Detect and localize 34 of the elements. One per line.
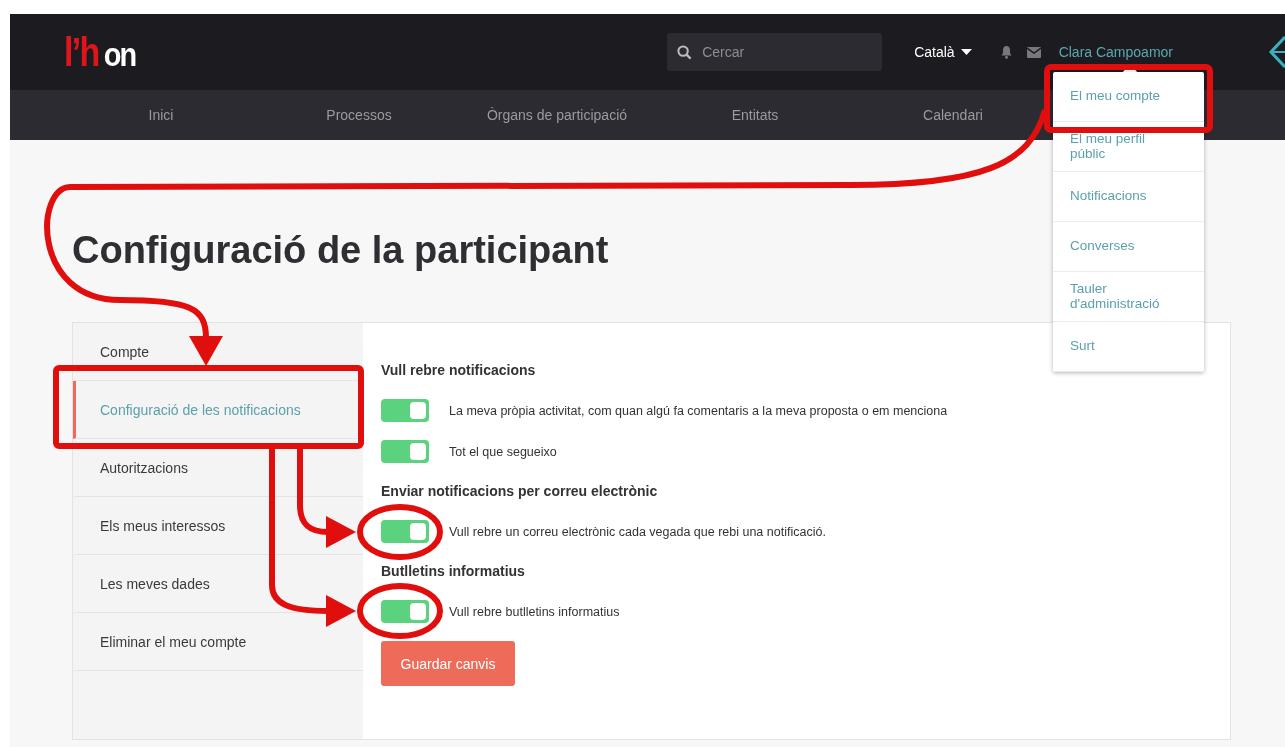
- save-button[interactable]: Guardar canvis: [381, 641, 515, 686]
- section-heading: Butlletins informatius: [381, 562, 525, 581]
- option-label: Vull rebre un correu electrònic cada vegada que rebi una notificació.: [449, 524, 826, 539]
- nav-link[interactable]: Processos: [260, 90, 458, 140]
- nav-link[interactable]: Inici: [62, 90, 260, 140]
- sidebar-item[interactable]: Configuració de les notificacions: [73, 381, 363, 439]
- menu-item[interactable]: Surt: [1053, 322, 1204, 372]
- option-label: Vull rebre butlletins informatius: [449, 604, 620, 619]
- menu-item[interactable]: Converses: [1053, 222, 1204, 272]
- option-label: La meva pròpia activitat, com quan algú fa comentaris a la meva proposta o em menciona: [449, 403, 948, 418]
- nav-link[interactable]: Calendari: [854, 90, 1052, 140]
- search-field[interactable]: Cercar: [667, 33, 883, 71]
- mail-icon[interactable]: [1026, 46, 1041, 58]
- toggle-switch[interactable]: [381, 440, 429, 463]
- option-label: Tot el que segueixo: [449, 444, 557, 459]
- page-title: Configuració de la participant: [72, 228, 609, 273]
- toggle-switch[interactable]: [381, 399, 429, 422]
- logo[interactable]: l’h on: [64, 29, 136, 75]
- menu-item[interactable]: El meu perfil públic: [1053, 122, 1204, 172]
- search-icon: [677, 44, 693, 60]
- toggle-switch[interactable]: [381, 600, 429, 623]
- nav-link[interactable]: Òrgans de participació: [458, 90, 656, 140]
- menu-item[interactable]: Tauler d'administració: [1053, 272, 1204, 322]
- menu-item[interactable]: El meu compte: [1053, 72, 1204, 122]
- menu-item[interactable]: Notificacions: [1053, 172, 1204, 222]
- section-heading: Enviar notificacions per correu electrònic: [381, 482, 658, 501]
- nav-link[interactable]: Entitats: [656, 90, 854, 140]
- toggle-switch[interactable]: [381, 520, 429, 543]
- section-heading: Vull rebre notificacions: [381, 361, 536, 380]
- user-name-link[interactable]: Clara Campoamor: [1058, 44, 1173, 60]
- search-input[interactable]: Cercar: [700, 43, 865, 61]
- language-selector[interactable]: Català: [914, 44, 972, 60]
- sidebar-item[interactable]: Autoritzacions: [73, 439, 363, 497]
- bell-icon[interactable]: [999, 45, 1013, 59]
